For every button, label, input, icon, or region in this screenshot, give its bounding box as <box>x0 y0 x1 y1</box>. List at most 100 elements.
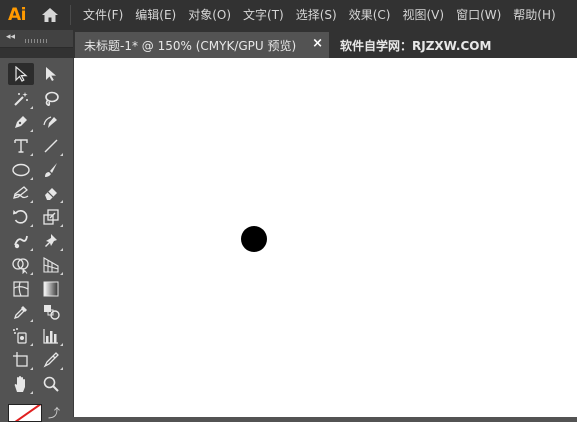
toolbox <box>0 58 74 417</box>
more-tools-indicator <box>60 224 63 227</box>
eyedropper-icon <box>13 306 27 320</box>
line-segment-tool[interactable] <box>38 135 64 157</box>
menu-type[interactable]: 文字(T) <box>237 0 290 30</box>
grip-icon[interactable] <box>25 39 47 43</box>
warp-tool[interactable] <box>8 230 34 252</box>
more-tools-indicator <box>30 200 33 203</box>
more-tools-indicator <box>30 248 33 251</box>
puppet-warp-tool[interactable] <box>38 230 64 252</box>
more-tools-indicator <box>30 224 33 227</box>
home-button[interactable] <box>34 0 66 30</box>
menu-view[interactable]: 视图(V) <box>396 0 450 30</box>
more-tools-indicator <box>30 272 33 275</box>
more-tools-indicator <box>60 200 63 203</box>
scale-icon <box>43 209 59 225</box>
slice-tool[interactable] <box>38 349 64 371</box>
more-tools-indicator <box>60 367 63 370</box>
more-tools-indicator <box>30 177 33 180</box>
type-tool[interactable] <box>8 135 34 157</box>
lasso-tool[interactable] <box>38 88 64 110</box>
type-t-icon <box>14 139 28 153</box>
column-graph-tool[interactable] <box>38 325 64 347</box>
shaper-pencil-icon <box>13 186 29 199</box>
line-icon <box>44 139 58 153</box>
menu-window[interactable]: 窗口(W) <box>450 0 507 30</box>
circle-shape[interactable] <box>241 226 267 252</box>
menu-edit[interactable]: 编辑(E) <box>129 0 182 30</box>
hand-tool[interactable] <box>8 373 34 395</box>
selection-arrow-icon <box>15 66 28 82</box>
artboard-canvas[interactable] <box>74 58 577 417</box>
symbol-sprayer-icon <box>13 328 27 344</box>
collapse-icon[interactable]: ◂◂ <box>6 32 15 42</box>
menu-effect[interactable]: 效果(C) <box>343 0 397 30</box>
puppet-pin-icon <box>45 234 57 247</box>
eraser-icon <box>45 188 57 200</box>
curvature-tool[interactable] <box>38 111 64 133</box>
swap-fill-stroke-icon[interactable]: ⤴ <box>48 404 60 421</box>
more-tools-indicator <box>60 153 63 156</box>
lasso-icon <box>45 91 59 106</box>
mesh-tool[interactable] <box>8 278 34 300</box>
artboard-tool[interactable] <box>8 349 34 371</box>
mesh-icon <box>13 281 29 297</box>
column-graph-icon <box>43 329 58 344</box>
gradient-tool[interactable] <box>38 278 64 300</box>
more-tools-indicator <box>30 129 33 132</box>
toolbox-header[interactable]: ◂◂ <box>0 30 73 48</box>
direct-selection-arrow-icon <box>46 67 56 81</box>
warp-icon <box>14 235 28 249</box>
more-tools-indicator <box>30 106 33 109</box>
more-tools-indicator <box>30 367 33 370</box>
app-logo: Ai <box>8 5 26 25</box>
shape-builder-tool[interactable] <box>8 254 34 276</box>
rotate-icon <box>13 210 28 224</box>
menu-file[interactable]: 文件(F) <box>77 0 129 30</box>
paintbrush-tool[interactable] <box>38 159 64 181</box>
tab-document-active[interactable]: 未标题-1* @ 150% (CMYK/GPU 预览) × <box>75 32 329 58</box>
more-tools-indicator <box>60 248 63 251</box>
more-tools-indicator <box>60 272 63 275</box>
shaper-tool[interactable] <box>8 182 34 204</box>
more-tools-indicator <box>30 153 33 156</box>
paintbrush-icon <box>45 163 57 177</box>
close-icon[interactable]: × <box>312 36 323 51</box>
more-tools-indicator <box>30 343 33 346</box>
scale-tool[interactable] <box>38 206 64 228</box>
rotate-tool[interactable] <box>8 206 34 228</box>
gradient-icon <box>43 281 59 297</box>
zoom-tool[interactable] <box>38 373 64 395</box>
pen-nib-icon <box>15 116 27 128</box>
eyedropper-tool[interactable] <box>8 301 34 323</box>
direct-selection-tool[interactable] <box>38 63 64 85</box>
slice-knife-icon <box>43 352 59 368</box>
perspective-grid-icon <box>43 257 59 273</box>
symbol-sprayer-tool[interactable] <box>8 325 34 347</box>
ellipse-tool[interactable] <box>8 159 34 181</box>
tab-label: 软件自学网：RJZXW.COM <box>340 38 492 53</box>
fill-stroke-swatch[interactable] <box>8 404 42 422</box>
magic-wand-icon <box>14 92 28 106</box>
ellipse-icon <box>12 163 30 177</box>
more-tools-indicator <box>30 319 33 322</box>
menu-help[interactable]: 帮助(H) <box>507 0 561 30</box>
menu-divider <box>70 5 71 25</box>
blend-tool[interactable] <box>38 301 64 323</box>
hand-icon <box>14 376 25 392</box>
pen-tool[interactable] <box>8 111 34 133</box>
menu-bar: Ai 文件(F) 编辑(E) 对象(O) 文字(T) 选择(S) 效果(C) 视… <box>0 0 577 30</box>
selection-tool[interactable] <box>8 63 34 85</box>
blend-icon <box>44 305 60 320</box>
magic-wand-tool[interactable] <box>8 88 34 110</box>
shape-builder-icon <box>12 258 29 274</box>
more-tools-indicator <box>30 391 33 394</box>
eraser-tool[interactable] <box>38 182 64 204</box>
tab-document-inactive[interactable]: 软件自学网：RJZXW.COM <box>330 32 577 58</box>
home-icon <box>42 8 58 22</box>
menu-select[interactable]: 选择(S) <box>290 0 343 30</box>
more-tools-indicator <box>60 343 63 346</box>
menu-object[interactable]: 对象(O) <box>182 0 237 30</box>
tab-label: 未标题-1* @ 150% (CMYK/GPU 预览) <box>84 38 297 53</box>
curvature-pen-icon <box>43 116 57 128</box>
perspective-grid-tool[interactable] <box>38 254 64 276</box>
